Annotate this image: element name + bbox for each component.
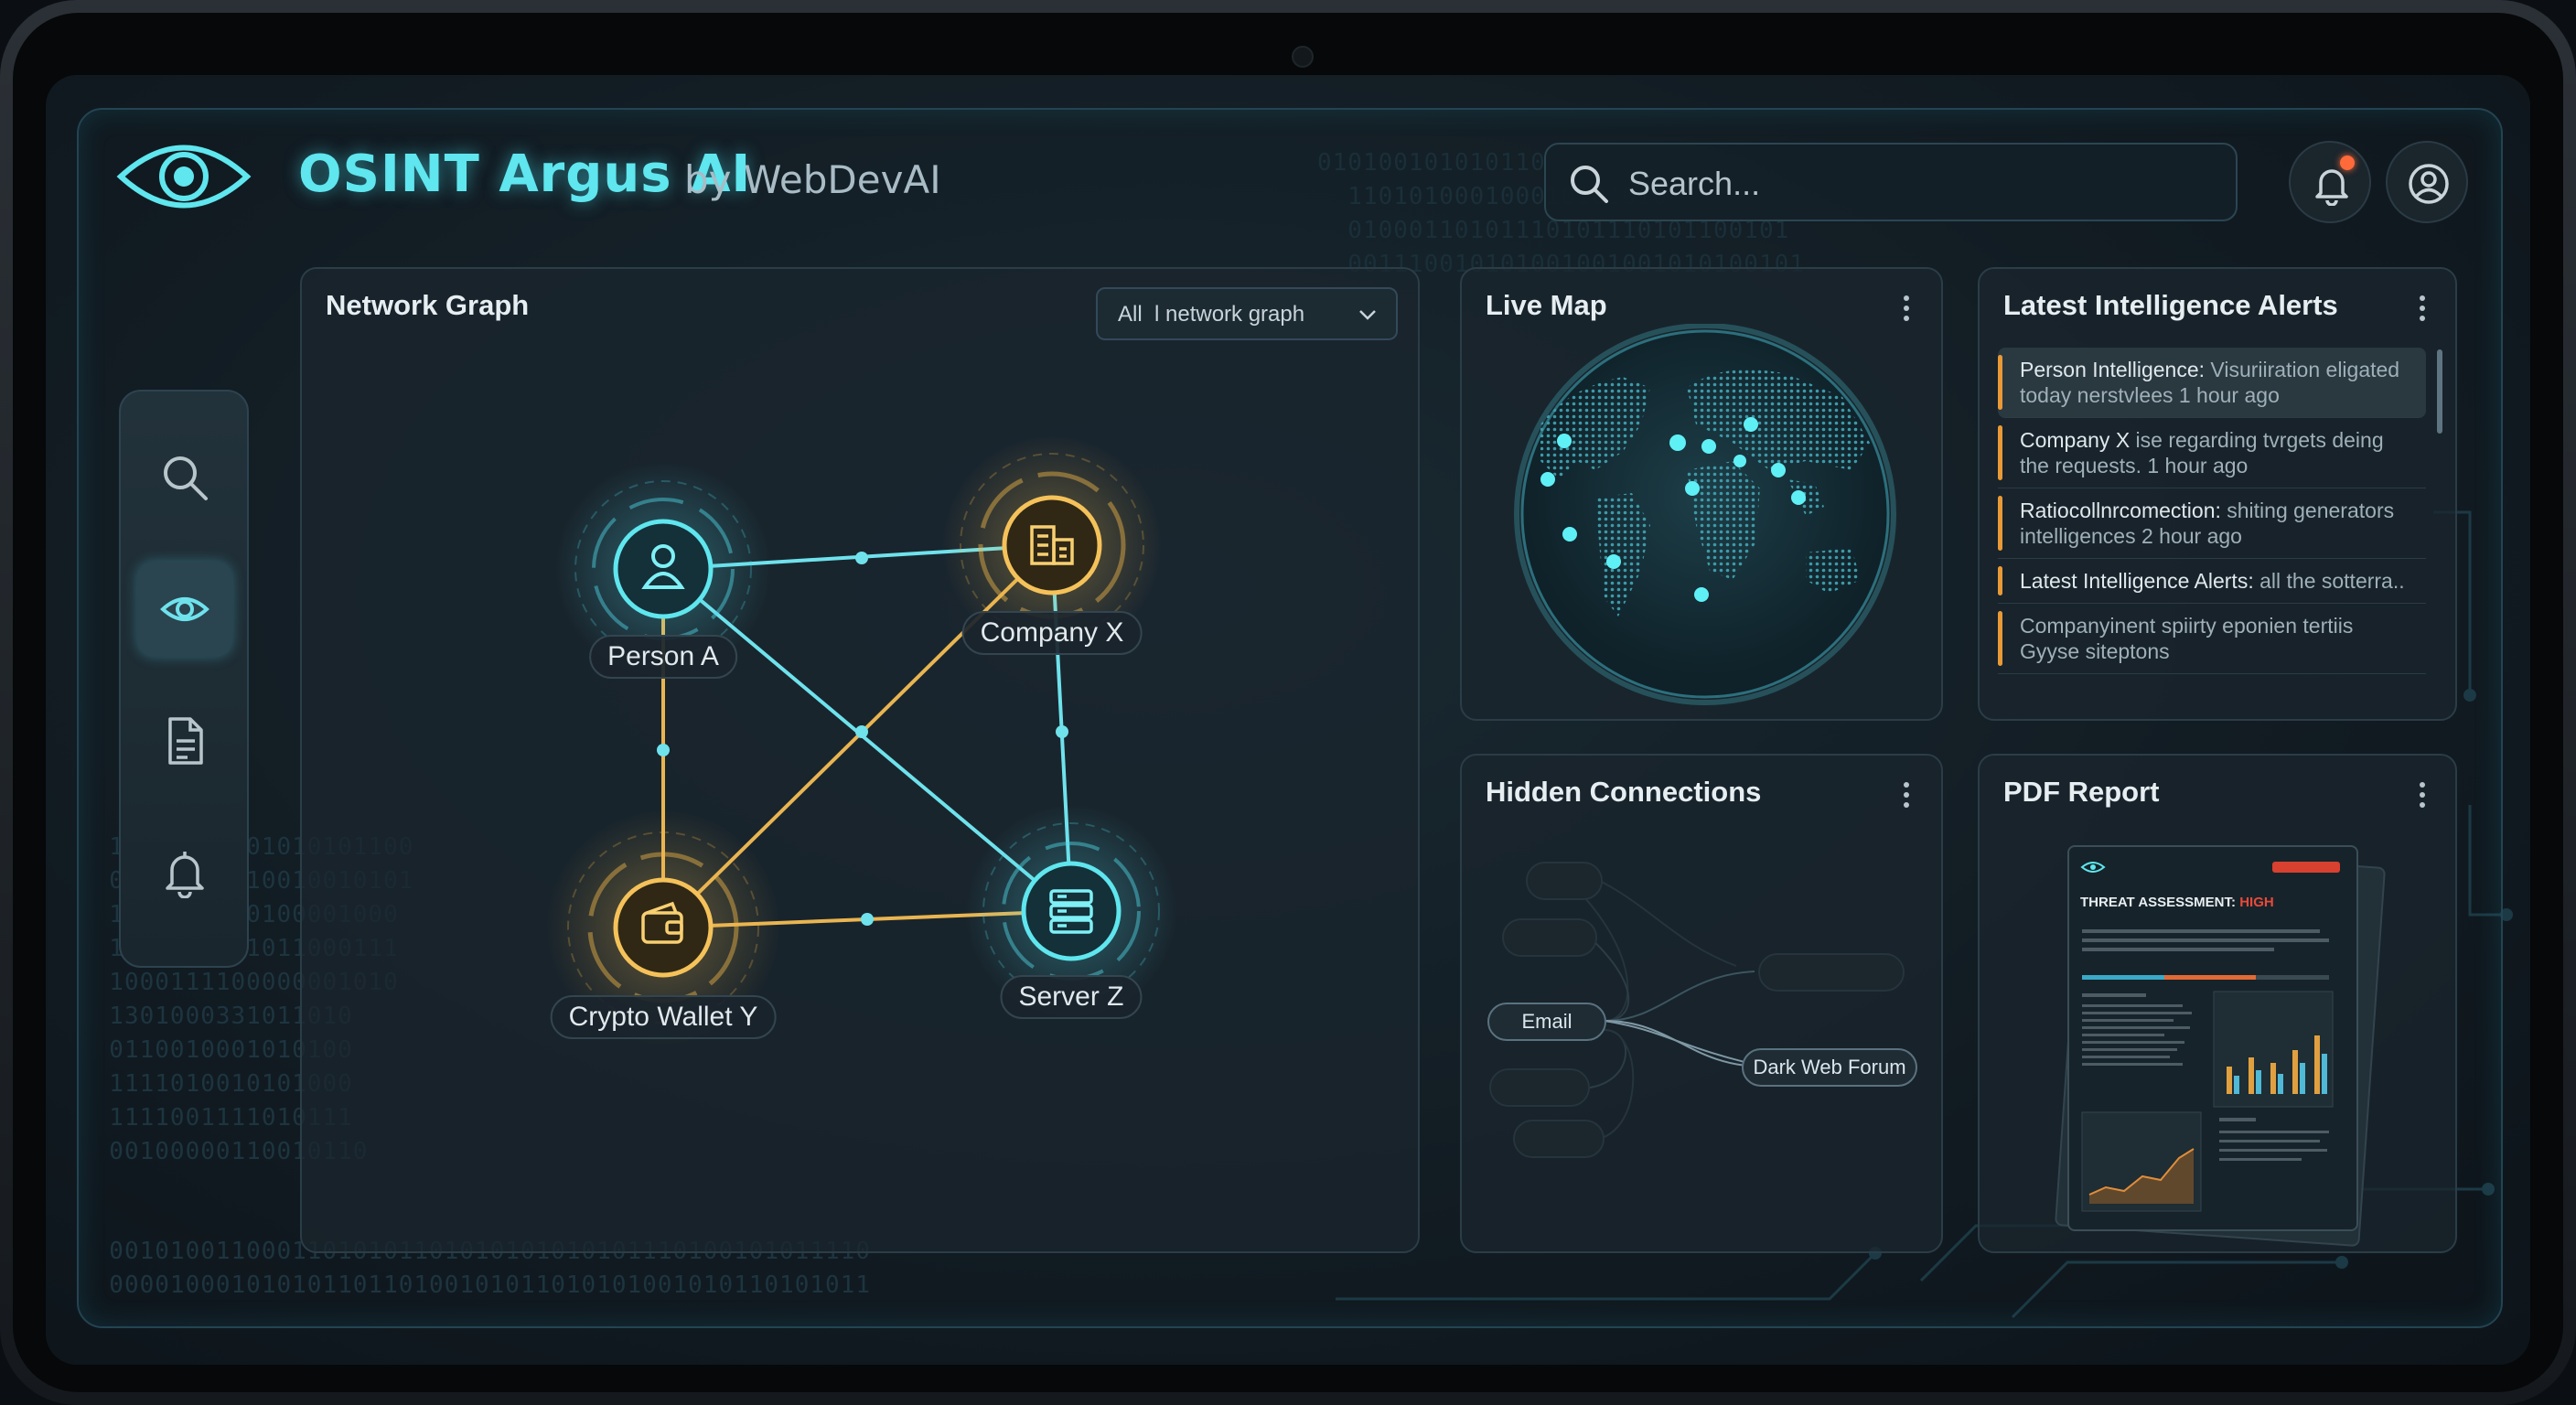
node-label-crypto-wallet-y: Crypto Wallet Y — [550, 995, 777, 1039]
node-label-person-a: Person A — [589, 635, 737, 679]
obscured-node — [1513, 1120, 1605, 1158]
alert-list: Person Intelligence: Visuriiration eliga… — [1998, 348, 2437, 713]
alert-body: all the sotterra.. — [2253, 569, 2405, 593]
more-options-icon[interactable] — [2411, 779, 2433, 812]
alert-body: Gyyse siteptons — [2020, 639, 2170, 663]
alert-head: Latest Intelligence Alerts: — [2020, 569, 2254, 593]
alert-item[interactable]: Person Intelligence: Visuriiration eliga… — [1998, 348, 2426, 418]
report-heading: THREAT ASSESSMENT: HIGH — [2080, 895, 2274, 910]
world-globe[interactable] — [1513, 324, 1897, 708]
obscured-node — [1489, 1068, 1590, 1107]
alert-time: 1 hour ago — [2173, 383, 2280, 407]
obscured-node — [1526, 862, 1603, 900]
connection-node-dark-web-forum[interactable]: Dark Web Forum — [1742, 1048, 1917, 1087]
more-options-icon[interactable] — [2411, 293, 2433, 326]
obscured-node — [1758, 953, 1905, 992]
pdf-report-panel: PDF Report THREAT ASSESSMENT: HIGH — [1978, 754, 2457, 1253]
intelligence-alerts-panel: Latest Intelligence Alerts Person Intell… — [1978, 267, 2457, 721]
alert-head: Ratiocollnrcomection: — [2020, 499, 2221, 522]
threat-level: HIGH — [2239, 895, 2274, 910]
alert-head: Person Intelligence: — [2020, 358, 2206, 381]
alert-head: Companyinent spiirty eponien tertiis — [2020, 614, 2354, 638]
alert-time: 1 hour ago — [2141, 454, 2249, 477]
alerts-scrollbar[interactable] — [2437, 349, 2442, 434]
alert-item[interactable]: Company X ise regarding tvrgets deing th… — [1998, 418, 2426, 488]
alert-time: 2 hour ago — [2135, 524, 2242, 548]
panel-title: Latest Intelligence Alerts — [2003, 289, 2338, 321]
live-map-panel: Live Map — [1460, 267, 1943, 721]
node-label-company-x: Company X — [961, 611, 1143, 655]
obscured-node — [1502, 918, 1597, 957]
alert-item[interactable]: Companyinent spiirty eponien tertiis Gyy… — [1998, 604, 2426, 674]
panel-title: PDF Report — [2003, 776, 2160, 808]
hidden-connections-panel: Hidden Connections Email Dark Web Forum — [1460, 754, 1943, 1253]
alert-head: Company X — [2020, 428, 2131, 452]
panel-title: Live Map — [1486, 289, 1607, 321]
more-options-icon[interactable] — [1895, 293, 1917, 326]
node-label-server-z: Server Z — [1000, 975, 1143, 1019]
alert-item[interactable]: Ratiocollnrcomection: shiting generators… — [1998, 488, 2426, 559]
report-page-preview[interactable]: THREAT ASSESSMENT: HIGH — [2067, 845, 2358, 1231]
alert-item[interactable]: Latest Intelligence Alerts: all the sott… — [1998, 559, 2426, 604]
report-title: THREAT ASSESSMENT: — [2080, 895, 2237, 910]
connection-node-email[interactable]: Email — [1487, 1003, 1606, 1041]
